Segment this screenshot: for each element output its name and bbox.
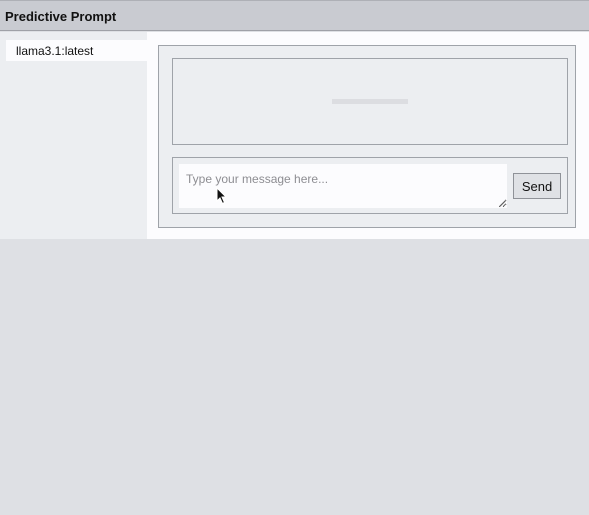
- model-sidebar: llama3.1:latest: [0, 32, 147, 239]
- message-composer: Send: [172, 157, 568, 214]
- response-output: [172, 58, 568, 145]
- send-button[interactable]: Send: [513, 173, 561, 199]
- app-content: llama3.1:latest Send: [0, 32, 589, 239]
- title-bar: Predictive Prompt: [0, 0, 589, 31]
- app-title: Predictive Prompt: [5, 9, 117, 24]
- message-input[interactable]: [179, 164, 507, 208]
- model-label: llama3.1:latest: [16, 44, 94, 58]
- sidebar-item-model[interactable]: llama3.1:latest: [6, 40, 147, 61]
- mouse-pointer-icon: [216, 187, 228, 205]
- loading-indicator: [332, 99, 408, 104]
